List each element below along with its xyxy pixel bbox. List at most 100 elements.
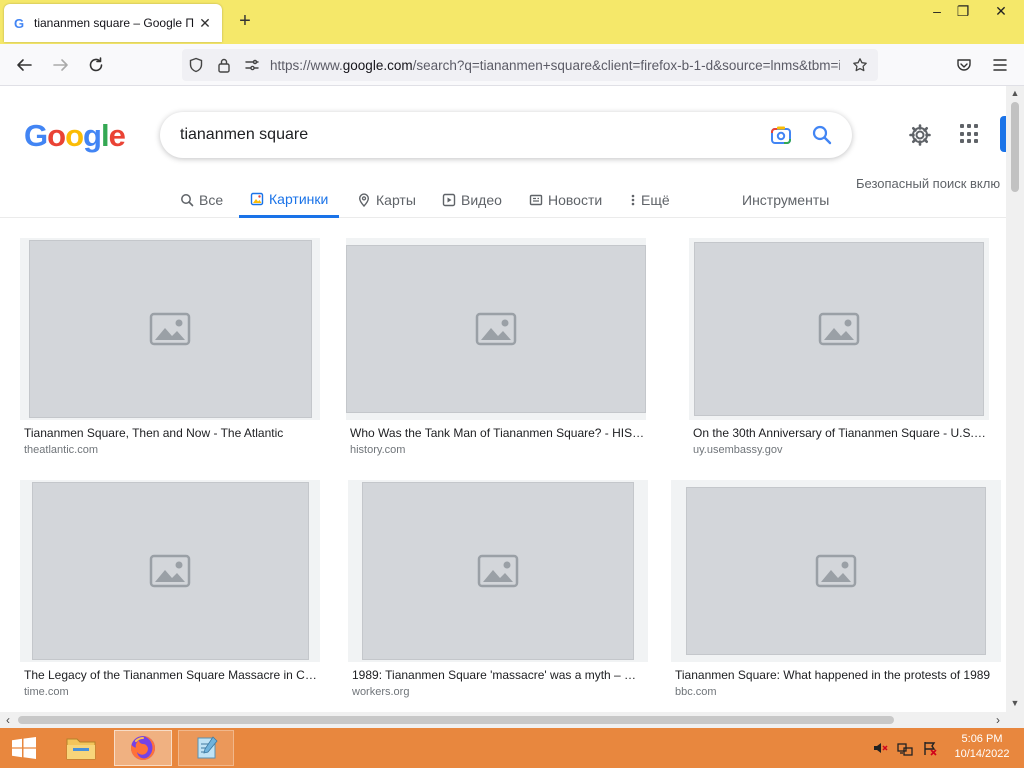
restore-button[interactable]: ❐ [946, 0, 980, 22]
result-title[interactable]: Tiananmen Square: What happened in the p… [675, 668, 1001, 682]
result-thumbnail[interactable] [348, 480, 648, 662]
address-bar[interactable]: https://www.google.com/search?q=tiananme… [182, 49, 878, 81]
google-lens-icon[interactable] [770, 124, 792, 146]
bookmark-star-icon[interactable] [846, 51, 874, 79]
browser-tab[interactable]: G tiananmen square – Google Поиск ✕ [4, 4, 222, 42]
start-button[interactable] [6, 730, 42, 766]
pocket-icon [957, 59, 971, 71]
tab-more[interactable]: Ещё [630, 182, 670, 218]
play-icon [442, 193, 456, 207]
result-thumbnail[interactable] [689, 238, 989, 420]
result-thumbnail[interactable] [20, 238, 320, 420]
tab-close-icon[interactable]: ✕ [196, 15, 214, 32]
result-thumbnail[interactable] [20, 480, 320, 662]
tab-images[interactable]: Картинки [239, 182, 340, 218]
system-clock[interactable]: 5:06 PM 10/14/2022 [950, 732, 1014, 762]
firefox-icon [130, 736, 155, 760]
result-source[interactable]: time.com [24, 686, 69, 698]
scroll-up-icon[interactable]: ▲ [1006, 88, 1024, 98]
menu-button[interactable] [987, 52, 1013, 78]
lock-icon[interactable] [210, 51, 238, 79]
new-tab-button[interactable]: + [234, 10, 256, 32]
image-placeholder [28, 240, 312, 418]
firefox-taskbar-button[interactable] [114, 730, 172, 766]
more-vert-icon [631, 194, 635, 206]
folder-icon [66, 738, 96, 760]
horizontal-scroll-thumb[interactable] [18, 716, 894, 724]
search-input[interactable] [180, 126, 760, 144]
vertical-scrollbar[interactable]: ▲ ▼ [1006, 86, 1024, 712]
scroll-down-icon[interactable]: ▼ [1006, 698, 1024, 708]
horizontal-scrollbar[interactable]: ‹ › [0, 712, 1006, 728]
notepad-icon [197, 736, 218, 759]
page-content: Google Все Картинки [0, 86, 1006, 712]
image-placeholder [694, 242, 984, 416]
image-placeholder [686, 487, 986, 655]
notepad-taskbar-button[interactable] [178, 730, 234, 766]
windows-taskbar: 5:06 PM 10/14/2022 [0, 728, 1024, 768]
google-logo[interactable]: Google [24, 118, 126, 154]
forward-button[interactable] [48, 52, 74, 78]
tracking-shield-icon[interactable] [182, 51, 210, 79]
google-favicon-icon: G [13, 15, 25, 31]
image-placeholder-icon [818, 312, 860, 346]
result-title[interactable]: The Legacy of the Tiananmen Square Massa… [24, 668, 320, 682]
result-title[interactable]: On the 30th Anniversary of Tiananmen Squ… [693, 426, 989, 440]
tools-button[interactable]: Инструменты [742, 182, 829, 218]
forward-arrow-icon [53, 59, 68, 71]
vertical-scroll-thumb[interactable] [1011, 102, 1019, 192]
result-thumbnail[interactable] [346, 238, 646, 420]
action-center-flag-icon[interactable] [922, 740, 938, 756]
news-icon [529, 194, 543, 206]
reload-icon [89, 57, 103, 72]
tab-video[interactable]: Видео [442, 182, 502, 218]
tab-maps[interactable]: Карты [357, 182, 416, 218]
search-icon[interactable] [810, 123, 834, 147]
image-placeholder-icon [149, 312, 191, 346]
tab-title: tiananmen square – Google Поиск [34, 16, 194, 30]
scroll-left-icon[interactable]: ‹ [0, 712, 16, 728]
settings-gear-icon[interactable] [908, 123, 932, 147]
browser-tab-strip: G tiananmen square – Google Поиск ✕ + – … [0, 0, 1024, 44]
image-placeholder-icon [475, 312, 517, 346]
result-thumbnail[interactable] [671, 480, 1001, 662]
scrollbar-corner [1006, 712, 1024, 728]
search-icon [181, 194, 194, 207]
speaker-muted-icon[interactable] [872, 740, 888, 756]
close-window-button[interactable]: ✕ [984, 0, 1018, 22]
tab-news[interactable]: Новости [529, 182, 602, 218]
url-text[interactable]: https://www.google.com/search?q=tiananme… [270, 58, 840, 73]
image-placeholder-icon [815, 554, 857, 588]
result-source[interactable]: theatlantic.com [24, 444, 98, 456]
google-apps-icon[interactable] [960, 124, 980, 144]
map-pin-icon [358, 193, 370, 207]
result-source[interactable]: bbc.com [675, 686, 717, 698]
result-title[interactable]: Tiananmen Square, Then and Now - The Atl… [24, 426, 320, 440]
result-title[interactable]: Who Was the Tank Man of Tiananmen Square… [350, 426, 646, 440]
image-placeholder-icon [149, 554, 191, 588]
permissions-icon[interactable] [238, 51, 266, 79]
hamburger-menu-icon [993, 59, 1007, 71]
back-arrow-icon [17, 59, 32, 71]
result-source[interactable]: workers.org [352, 686, 409, 698]
image-placeholder-icon [477, 554, 519, 588]
search-box [160, 112, 852, 158]
image-placeholder [31, 482, 309, 660]
clock-time: 5:06 PM [961, 733, 1003, 745]
navigation-toolbar: https://www.google.com/search?q=tiananme… [0, 44, 1024, 86]
safe-search-toggle[interactable]: Безопасный поиск вклю [856, 176, 1000, 191]
image-placeholder [362, 482, 634, 660]
clock-date: 10/14/2022 [954, 748, 1010, 760]
scroll-right-icon[interactable]: › [990, 712, 1006, 728]
reload-button[interactable] [83, 52, 109, 78]
result-source[interactable]: history.com [350, 444, 405, 456]
network-icon[interactable] [897, 740, 913, 756]
tab-all[interactable]: Все [180, 182, 223, 218]
image-placeholder [346, 245, 646, 413]
file-explorer-button[interactable] [56, 730, 106, 766]
back-button[interactable] [11, 52, 37, 78]
pocket-button[interactable] [951, 52, 977, 78]
windows-logo-icon [12, 737, 36, 759]
result-title[interactable]: 1989: Tiananmen Square 'massacre' was a … [352, 668, 648, 682]
result-source[interactable]: uy.usembassy.gov [693, 444, 782, 456]
